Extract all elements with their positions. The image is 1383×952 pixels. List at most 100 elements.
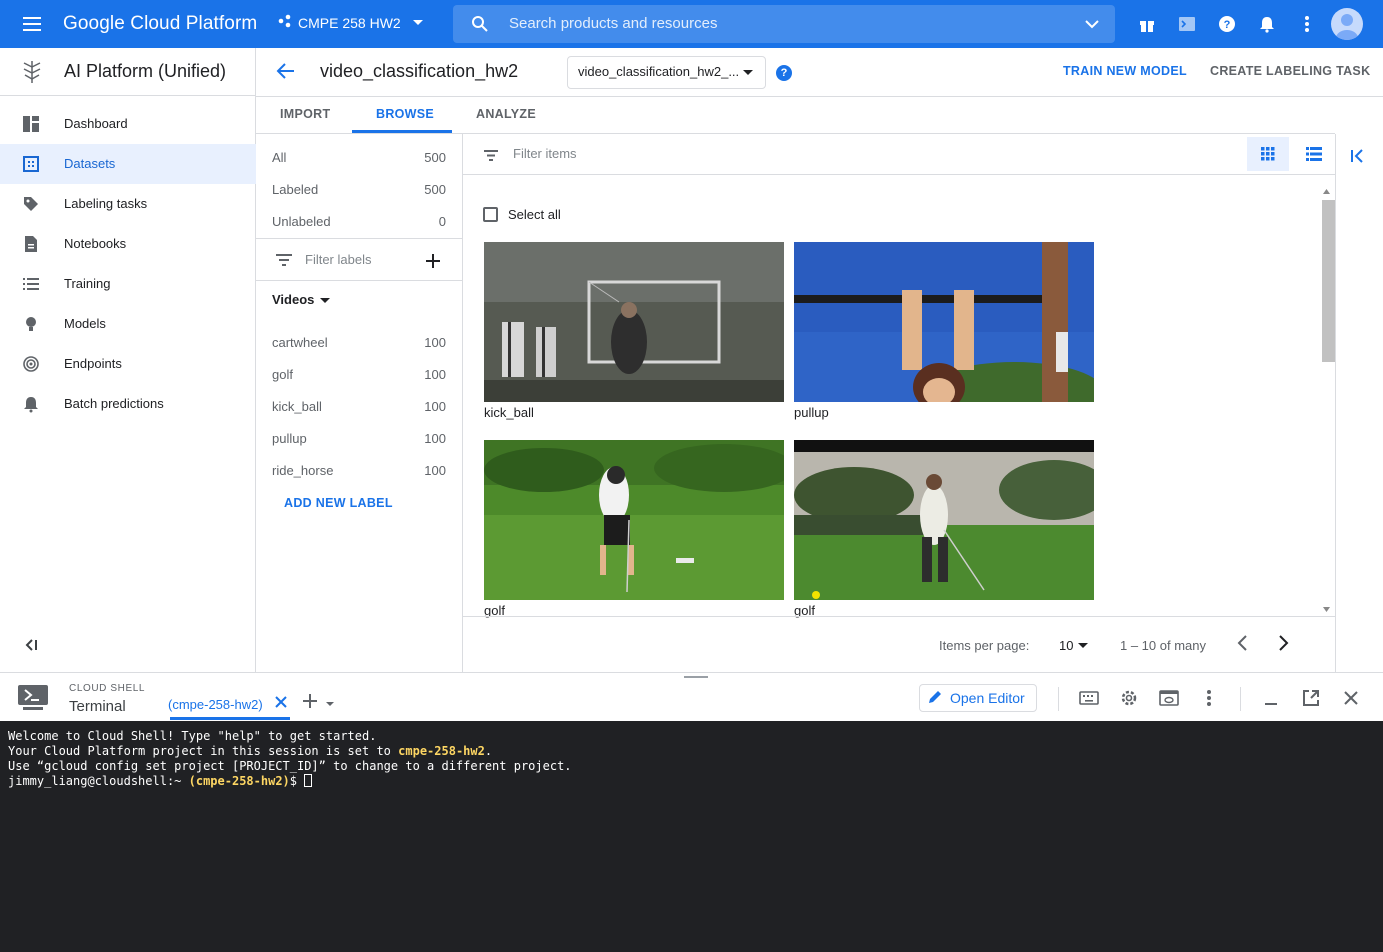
items-toolbar: Filter items: [463, 134, 1335, 175]
nav-item-label: Endpoints: [64, 356, 122, 371]
add-tab-icon[interactable]: [303, 691, 317, 714]
grid-view-icon[interactable]: [1247, 137, 1289, 171]
label-item[interactable]: kick_ball 100: [256, 383, 462, 415]
terminal[interactable]: Welcome to Cloud Shell! Type "help" to g…: [0, 721, 1383, 952]
help-icon[interactable]: ?: [776, 65, 792, 81]
more-vert-icon[interactable]: [1198, 687, 1220, 709]
label-filter-unlabeled[interactable]: Unlabeled 0: [256, 198, 462, 230]
open-editor-button[interactable]: Open Editor: [919, 684, 1037, 712]
terminal-prompt-user: jimmy_liang@cloudshell:~: [8, 774, 189, 788]
videos-group-header[interactable]: Videos: [272, 292, 331, 307]
dashboard-icon: [22, 115, 40, 133]
close-icon[interactable]: [1340, 687, 1362, 709]
resize-handle[interactable]: [684, 676, 708, 678]
list-view-icon[interactable]: [1297, 137, 1331, 171]
video-thumbnail[interactable]: [484, 242, 784, 402]
more-vert-icon[interactable]: [1295, 12, 1319, 36]
brand-name[interactable]: Google Cloud Platform: [63, 13, 257, 35]
nav-item-label: Training: [64, 276, 111, 291]
dataset-select[interactable]: video_classification_hw2_...: [567, 56, 766, 89]
collapse-right-icon[interactable]: [1350, 148, 1366, 167]
terminal-project-id: (cmpe-258-hw2): [188, 774, 290, 788]
label-item[interactable]: ride_horse 100: [256, 447, 462, 479]
cloud-shell-icon[interactable]: [1175, 12, 1199, 36]
main-menu-icon[interactable]: [20, 12, 44, 36]
label-name: All: [272, 150, 287, 165]
chevron-down-icon[interactable]: [1083, 15, 1101, 38]
label-item[interactable]: pullup 100: [256, 415, 462, 447]
project-icon: [278, 14, 292, 31]
video-card[interactable]: pullup: [794, 242, 1094, 420]
nav-item-models[interactable]: Models: [0, 304, 256, 344]
chevron-left-icon[interactable]: [1235, 633, 1251, 656]
select-all-label: Select all: [508, 207, 561, 222]
back-arrow-icon[interactable]: [274, 60, 296, 87]
notifications-icon[interactable]: [1255, 12, 1279, 36]
chevron-down-icon: [743, 70, 753, 75]
tab-analyze[interactable]: ANALYZE: [476, 107, 536, 121]
video-thumbnail[interactable]: [794, 242, 1094, 402]
add-label-icon[interactable]: [426, 248, 440, 274]
search-input[interactable]: Search products and resources: [509, 15, 717, 32]
terminal-text: Use “gcloud config set project [PROJECT_…: [8, 759, 572, 773]
filter-labels[interactable]: Filter labels: [256, 240, 462, 280]
video-thumbnail[interactable]: [794, 440, 1094, 600]
video-thumbnail[interactable]: [484, 440, 784, 600]
minimize-icon[interactable]: [1260, 687, 1282, 709]
terminal-tab[interactable]: (cmpe-258-hw2): [168, 697, 263, 712]
search-bar[interactable]: Search products and resources: [453, 5, 1115, 43]
label-count: 500: [424, 150, 446, 165]
project-selector[interactable]: CMPE 258 HW2: [278, 14, 423, 31]
nav-item-batch-predictions[interactable]: Batch predictions: [0, 384, 256, 424]
group-name: Videos: [272, 292, 315, 307]
create-labeling-task-button[interactable]: CREATE LABELING TASK: [1210, 64, 1370, 78]
nav-item-notebooks[interactable]: Notebooks: [0, 224, 256, 264]
datasets-icon: [22, 155, 40, 173]
nav-item-labeling-tasks[interactable]: Labeling tasks: [0, 184, 256, 224]
filter-items-input[interactable]: Filter items: [513, 146, 577, 161]
add-new-label-button[interactable]: ADD NEW LABEL: [284, 496, 393, 510]
label-filter-all[interactable]: All 500: [256, 134, 462, 166]
ai-platform-icon: [20, 59, 44, 90]
help-icon[interactable]: ?: [1215, 12, 1239, 36]
list-icon: [22, 275, 40, 293]
web-preview-icon[interactable]: [1158, 687, 1180, 709]
dataset-select-value: video_classification_hw2_...: [578, 64, 740, 79]
close-tab-icon[interactable]: [275, 695, 287, 713]
settings-gear-icon[interactable]: [1118, 687, 1140, 709]
video-card[interactable]: kick_ball: [484, 242, 784, 420]
label-item[interactable]: cartwheel 100: [256, 319, 462, 351]
train-new-model-button[interactable]: TRAIN NEW MODEL: [1063, 64, 1187, 78]
terminal-prompt-symbol: $: [289, 774, 305, 788]
select-all-checkbox[interactable]: Select all: [483, 207, 561, 222]
nav-item-endpoints[interactable]: Endpoints: [0, 344, 256, 384]
nav-item-dashboard[interactable]: Dashboard: [0, 104, 256, 144]
scrollbar-thumb[interactable]: [1322, 200, 1335, 362]
items-per-page-select[interactable]: 10: [1059, 638, 1073, 653]
nav-item-training[interactable]: Training: [0, 264, 256, 304]
avatar[interactable]: [1331, 8, 1363, 40]
tab-browse[interactable]: BROWSE: [376, 107, 434, 121]
label-name: Unlabeled: [272, 214, 331, 229]
scrollbar[interactable]: [1320, 186, 1335, 616]
tab-import[interactable]: IMPORT: [280, 107, 330, 121]
filter-labels-input[interactable]: Filter labels: [305, 252, 371, 267]
page-range: 1 – 10 of many: [1120, 638, 1206, 653]
collapse-nav-icon[interactable]: [24, 638, 38, 655]
nav-item-datasets[interactable]: Datasets: [0, 144, 256, 184]
label-name: golf: [272, 367, 293, 382]
nav-item-label: Notebooks: [64, 236, 127, 251]
open-in-new-window-icon[interactable]: [1300, 687, 1322, 709]
checkbox-icon[interactable]: [483, 207, 498, 222]
chevron-down-icon[interactable]: [1078, 643, 1088, 648]
search-icon: [471, 15, 489, 38]
video-card[interactable]: golf: [484, 440, 784, 618]
label-item[interactable]: golf 100: [256, 351, 462, 383]
video-card[interactable]: golf: [794, 440, 1094, 618]
chevron-down-icon[interactable]: [326, 702, 334, 706]
label-filter-labeled[interactable]: Labeled 500: [256, 166, 462, 198]
gift-icon[interactable]: [1135, 12, 1159, 36]
right-panel-toggle[interactable]: [1335, 134, 1383, 672]
chevron-right-icon[interactable]: [1275, 633, 1291, 656]
keyboard-icon[interactable]: [1078, 687, 1100, 709]
